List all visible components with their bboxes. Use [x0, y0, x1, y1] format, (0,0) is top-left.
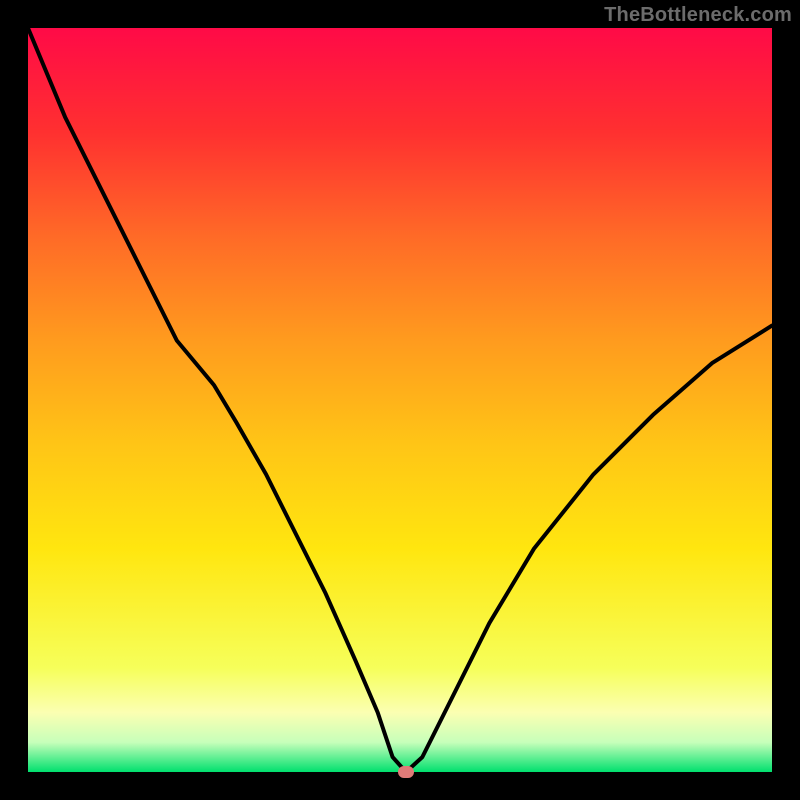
watermark-text: TheBottleneck.com	[604, 4, 792, 27]
plot-area	[28, 28, 772, 772]
bottleneck-chart	[0, 0, 800, 800]
minimum-marker	[398, 766, 414, 778]
